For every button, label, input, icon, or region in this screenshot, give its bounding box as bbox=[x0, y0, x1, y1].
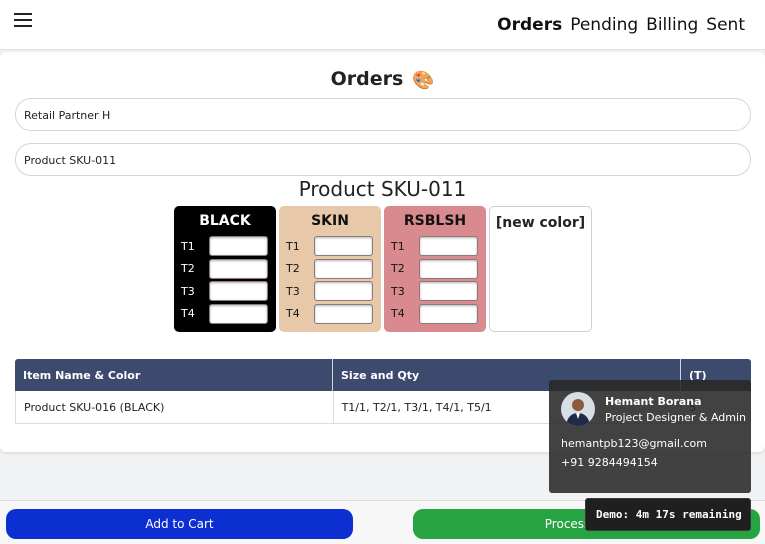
color-grid: BLACK T1 T2 T3 T4 SKIN T1 T2 T3 T4 RSBLS… bbox=[174, 206, 592, 332]
nav-orders[interactable]: Orders bbox=[497, 15, 562, 35]
size-row: T1 bbox=[279, 235, 381, 258]
size-row: T2 bbox=[174, 258, 276, 281]
contact-role: Project Designer & Admin bbox=[605, 411, 747, 424]
contact-card: Hemant Borana Project Designer & Admin h… bbox=[549, 380, 751, 493]
cell-item: Product SKU-016 (BLACK) bbox=[16, 391, 334, 423]
color-card-black: BLACK T1 T2 T3 T4 bbox=[174, 206, 276, 332]
size-row: T3 bbox=[384, 280, 486, 303]
qty-input[interactable] bbox=[419, 236, 478, 257]
size-row: T2 bbox=[279, 258, 381, 281]
nav-pending[interactable]: Pending bbox=[570, 15, 638, 35]
size-label: T3 bbox=[181, 284, 195, 298]
size-label: T4 bbox=[181, 307, 195, 321]
color-card-skin: SKIN T1 T2 T3 T4 bbox=[279, 206, 381, 332]
size-label: T1 bbox=[181, 239, 195, 253]
qty-input[interactable] bbox=[209, 303, 268, 324]
product-field-value: Product SKU-011 bbox=[24, 154, 117, 167]
top-nav: Orders Pending Billing Sent bbox=[497, 15, 745, 35]
qty-input[interactable] bbox=[314, 258, 373, 279]
palette-icon: 🎨 bbox=[411, 70, 435, 91]
page-title: Orders 🎨 bbox=[0, 68, 765, 91]
retailer-field[interactable]: Retail Partner H bbox=[15, 98, 751, 131]
retailer-field-value: Retail Partner H bbox=[24, 109, 111, 122]
product-field[interactable]: Product SKU-011 bbox=[15, 143, 751, 176]
size-label: T3 bbox=[286, 284, 300, 298]
size-row: T1 bbox=[384, 235, 486, 258]
color-name: RSBLSH bbox=[403, 213, 467, 229]
color-card-rsblsh: RSBLSH T1 T2 T3 T4 bbox=[384, 206, 486, 332]
size-label: T4 bbox=[391, 307, 405, 321]
size-row: T4 bbox=[174, 303, 276, 326]
size-row: T2 bbox=[384, 258, 486, 281]
color-name: SKIN bbox=[311, 213, 349, 229]
size-label: T2 bbox=[391, 262, 405, 276]
nav-sent[interactable]: Sent bbox=[706, 15, 745, 35]
size-row: T1 bbox=[174, 235, 276, 258]
hamburger-menu-icon[interactable] bbox=[14, 13, 32, 33]
page-title-text: Orders bbox=[330, 68, 404, 90]
contact-phone[interactable]: +91 9284494154 bbox=[561, 456, 658, 469]
demo-timer-badge: Demo: 4m 17s remaining bbox=[585, 498, 751, 531]
avatar bbox=[561, 392, 595, 426]
product-title: Product SKU-011 bbox=[298, 177, 467, 201]
qty-input[interactable] bbox=[314, 281, 373, 302]
contact-email[interactable]: hemantpb123@gmail.com bbox=[561, 437, 707, 450]
size-row: T3 bbox=[279, 280, 381, 303]
size-label: T1 bbox=[286, 239, 300, 253]
qty-input[interactable] bbox=[209, 281, 268, 302]
size-label: T3 bbox=[391, 284, 405, 298]
qty-input[interactable] bbox=[419, 303, 478, 324]
qty-input[interactable] bbox=[419, 281, 478, 302]
contact-name: Hemant Borana bbox=[605, 395, 702, 408]
new-color-button[interactable]: [new color] bbox=[489, 206, 592, 332]
qty-input[interactable] bbox=[314, 303, 373, 324]
nav-billing[interactable]: Billing bbox=[646, 15, 698, 35]
add-to-cart-button[interactable]: Add to Cart bbox=[6, 509, 353, 539]
size-row: T4 bbox=[384, 303, 486, 326]
qty-input[interactable] bbox=[209, 258, 268, 279]
qty-input[interactable] bbox=[314, 236, 373, 257]
top-bar: Orders Pending Billing Sent bbox=[0, 0, 765, 50]
size-label: T2 bbox=[286, 262, 300, 276]
size-row: T4 bbox=[279, 303, 381, 326]
size-label: T4 bbox=[286, 307, 300, 321]
size-row: T3 bbox=[174, 280, 276, 303]
qty-input[interactable] bbox=[419, 258, 478, 279]
qty-input[interactable] bbox=[209, 236, 268, 257]
color-name: BLACK bbox=[199, 213, 251, 229]
size-label: T1 bbox=[391, 239, 405, 253]
size-label: T2 bbox=[181, 262, 195, 276]
new-color-label: [new color] bbox=[495, 215, 586, 231]
column-header-item: Item Name & Color bbox=[15, 359, 333, 391]
